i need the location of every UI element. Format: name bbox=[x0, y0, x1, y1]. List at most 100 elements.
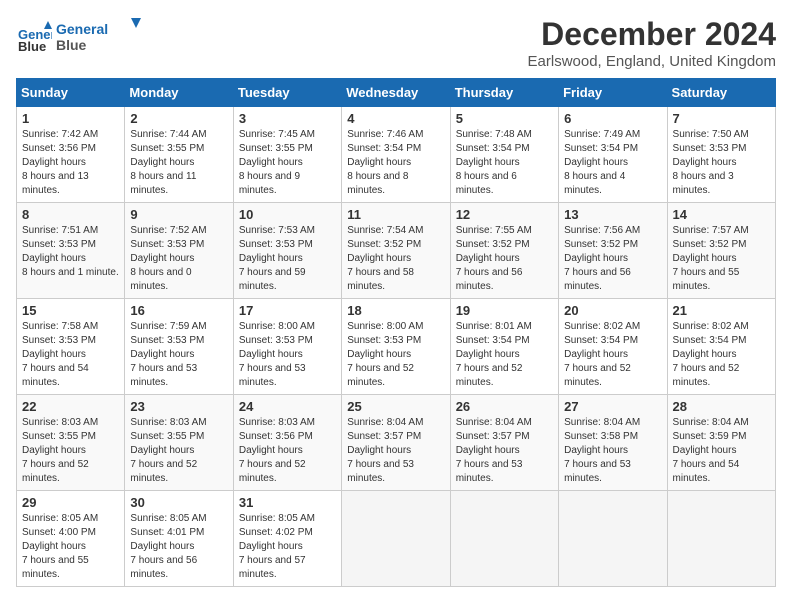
day-cell: 8 Sunrise: 7:51 AM Sunset: 3:53 PM Dayli… bbox=[17, 203, 125, 299]
cell-info: Sunrise: 8:02 AM Sunset: 3:54 PM Dayligh… bbox=[564, 320, 661, 390]
cell-info: Sunrise: 8:05 AM Sunset: 4:02 PM Dayligh… bbox=[239, 512, 336, 582]
col-header-tuesday: Tuesday bbox=[233, 79, 341, 107]
day-number: 4 bbox=[347, 111, 444, 126]
cell-info: Sunrise: 8:05 AM Sunset: 4:01 PM Dayligh… bbox=[130, 512, 227, 582]
day-cell bbox=[559, 491, 667, 587]
day-cell: 31 Sunrise: 8:05 AM Sunset: 4:02 PM Dayl… bbox=[233, 491, 341, 587]
cell-info: Sunrise: 7:53 AM Sunset: 3:53 PM Dayligh… bbox=[239, 224, 336, 294]
month-title: December 2024 bbox=[528, 16, 776, 53]
cell-info: Sunrise: 7:51 AM Sunset: 3:53 PM Dayligh… bbox=[22, 224, 119, 280]
day-cell: 28 Sunrise: 8:04 AM Sunset: 3:59 PM Dayl… bbox=[667, 395, 775, 491]
week-row-2: 8 Sunrise: 7:51 AM Sunset: 3:53 PM Dayli… bbox=[17, 203, 776, 299]
day-cell bbox=[342, 491, 450, 587]
day-cell: 26 Sunrise: 8:04 AM Sunset: 3:57 PM Dayl… bbox=[450, 395, 558, 491]
day-number: 30 bbox=[130, 495, 227, 510]
cell-info: Sunrise: 8:01 AM Sunset: 3:54 PM Dayligh… bbox=[456, 320, 553, 390]
day-cell: 14 Sunrise: 7:57 AM Sunset: 3:52 PM Dayl… bbox=[667, 203, 775, 299]
col-header-saturday: Saturday bbox=[667, 79, 775, 107]
cell-info: Sunrise: 7:52 AM Sunset: 3:53 PM Dayligh… bbox=[130, 224, 227, 294]
day-cell: 10 Sunrise: 7:53 AM Sunset: 3:53 PM Dayl… bbox=[233, 203, 341, 299]
day-cell: 12 Sunrise: 7:55 AM Sunset: 3:52 PM Dayl… bbox=[450, 203, 558, 299]
day-number: 17 bbox=[239, 303, 336, 318]
day-number: 14 bbox=[673, 207, 770, 222]
day-number: 1 bbox=[22, 111, 119, 126]
day-number: 23 bbox=[130, 399, 227, 414]
cell-info: Sunrise: 8:03 AM Sunset: 3:55 PM Dayligh… bbox=[130, 416, 227, 486]
logo-wordmark: General Blue bbox=[56, 16, 146, 61]
day-cell: 2 Sunrise: 7:44 AM Sunset: 3:55 PM Dayli… bbox=[125, 107, 233, 203]
cell-info: Sunrise: 7:42 AM Sunset: 3:56 PM Dayligh… bbox=[22, 128, 119, 198]
day-number: 16 bbox=[130, 303, 227, 318]
day-cell: 18 Sunrise: 8:00 AM Sunset: 3:53 PM Dayl… bbox=[342, 299, 450, 395]
day-number: 15 bbox=[22, 303, 119, 318]
day-number: 6 bbox=[564, 111, 661, 126]
cell-info: Sunrise: 8:00 AM Sunset: 3:53 PM Dayligh… bbox=[239, 320, 336, 390]
day-cell: 25 Sunrise: 8:04 AM Sunset: 3:57 PM Dayl… bbox=[342, 395, 450, 491]
logo-icon: General Blue bbox=[16, 21, 52, 57]
week-row-3: 15 Sunrise: 7:58 AM Sunset: 3:53 PM Dayl… bbox=[17, 299, 776, 395]
day-cell: 19 Sunrise: 8:01 AM Sunset: 3:54 PM Dayl… bbox=[450, 299, 558, 395]
day-cell bbox=[450, 491, 558, 587]
day-number: 3 bbox=[239, 111, 336, 126]
day-cell: 24 Sunrise: 8:03 AM Sunset: 3:56 PM Dayl… bbox=[233, 395, 341, 491]
col-header-monday: Monday bbox=[125, 79, 233, 107]
day-cell: 15 Sunrise: 7:58 AM Sunset: 3:53 PM Dayl… bbox=[17, 299, 125, 395]
week-row-4: 22 Sunrise: 8:03 AM Sunset: 3:55 PM Dayl… bbox=[17, 395, 776, 491]
day-cell: 4 Sunrise: 7:46 AM Sunset: 3:54 PM Dayli… bbox=[342, 107, 450, 203]
week-row-1: 1 Sunrise: 7:42 AM Sunset: 3:56 PM Dayli… bbox=[17, 107, 776, 203]
day-number: 8 bbox=[22, 207, 119, 222]
day-cell: 9 Sunrise: 7:52 AM Sunset: 3:53 PM Dayli… bbox=[125, 203, 233, 299]
cell-info: Sunrise: 8:05 AM Sunset: 4:00 PM Dayligh… bbox=[22, 512, 119, 582]
day-cell: 5 Sunrise: 7:48 AM Sunset: 3:54 PM Dayli… bbox=[450, 107, 558, 203]
day-cell: 23 Sunrise: 8:03 AM Sunset: 3:55 PM Dayl… bbox=[125, 395, 233, 491]
day-cell: 21 Sunrise: 8:02 AM Sunset: 3:54 PM Dayl… bbox=[667, 299, 775, 395]
day-number: 22 bbox=[22, 399, 119, 414]
day-cell: 27 Sunrise: 8:04 AM Sunset: 3:58 PM Dayl… bbox=[559, 395, 667, 491]
cell-info: Sunrise: 7:56 AM Sunset: 3:52 PM Dayligh… bbox=[564, 224, 661, 294]
day-number: 29 bbox=[22, 495, 119, 510]
day-cell: 1 Sunrise: 7:42 AM Sunset: 3:56 PM Dayli… bbox=[17, 107, 125, 203]
cell-info: Sunrise: 8:04 AM Sunset: 3:59 PM Dayligh… bbox=[673, 416, 770, 486]
cell-info: Sunrise: 7:58 AM Sunset: 3:53 PM Dayligh… bbox=[22, 320, 119, 390]
cell-info: Sunrise: 7:44 AM Sunset: 3:55 PM Dayligh… bbox=[130, 128, 227, 198]
svg-text:Blue: Blue bbox=[18, 39, 46, 54]
col-header-friday: Friday bbox=[559, 79, 667, 107]
col-header-wednesday: Wednesday bbox=[342, 79, 450, 107]
location-subtitle: Earlswood, England, United Kingdom bbox=[528, 53, 776, 70]
day-cell: 11 Sunrise: 7:54 AM Sunset: 3:52 PM Dayl… bbox=[342, 203, 450, 299]
col-header-thursday: Thursday bbox=[450, 79, 558, 107]
day-number: 5 bbox=[456, 111, 553, 126]
day-number: 31 bbox=[239, 495, 336, 510]
cell-info: Sunrise: 7:55 AM Sunset: 3:52 PM Dayligh… bbox=[456, 224, 553, 294]
day-cell: 20 Sunrise: 8:02 AM Sunset: 3:54 PM Dayl… bbox=[559, 299, 667, 395]
cell-info: Sunrise: 8:02 AM Sunset: 3:54 PM Dayligh… bbox=[673, 320, 770, 390]
day-number: 7 bbox=[673, 111, 770, 126]
week-row-5: 29 Sunrise: 8:05 AM Sunset: 4:00 PM Dayl… bbox=[17, 491, 776, 587]
day-cell: 3 Sunrise: 7:45 AM Sunset: 3:55 PM Dayli… bbox=[233, 107, 341, 203]
logo: General Blue General Blue bbox=[16, 16, 146, 61]
header-row: SundayMondayTuesdayWednesdayThursdayFrid… bbox=[17, 79, 776, 107]
day-number: 20 bbox=[564, 303, 661, 318]
cell-info: Sunrise: 7:48 AM Sunset: 3:54 PM Dayligh… bbox=[456, 128, 553, 198]
day-number: 18 bbox=[347, 303, 444, 318]
day-number: 26 bbox=[456, 399, 553, 414]
day-number: 10 bbox=[239, 207, 336, 222]
cell-info: Sunrise: 7:46 AM Sunset: 3:54 PM Dayligh… bbox=[347, 128, 444, 198]
day-number: 27 bbox=[564, 399, 661, 414]
day-cell: 30 Sunrise: 8:05 AM Sunset: 4:01 PM Dayl… bbox=[125, 491, 233, 587]
day-cell: 29 Sunrise: 8:05 AM Sunset: 4:00 PM Dayl… bbox=[17, 491, 125, 587]
day-cell: 16 Sunrise: 7:59 AM Sunset: 3:53 PM Dayl… bbox=[125, 299, 233, 395]
day-number: 25 bbox=[347, 399, 444, 414]
cell-info: Sunrise: 8:03 AM Sunset: 3:55 PM Dayligh… bbox=[22, 416, 119, 486]
cell-info: Sunrise: 7:59 AM Sunset: 3:53 PM Dayligh… bbox=[130, 320, 227, 390]
day-cell: 17 Sunrise: 8:00 AM Sunset: 3:53 PM Dayl… bbox=[233, 299, 341, 395]
title-area: December 2024 Earlswood, England, United… bbox=[528, 16, 776, 70]
cell-info: Sunrise: 8:04 AM Sunset: 3:57 PM Dayligh… bbox=[347, 416, 444, 486]
page-header: General Blue General Blue December 2024 … bbox=[16, 16, 776, 70]
day-cell bbox=[667, 491, 775, 587]
cell-info: Sunrise: 8:00 AM Sunset: 3:53 PM Dayligh… bbox=[347, 320, 444, 390]
cell-info: Sunrise: 7:45 AM Sunset: 3:55 PM Dayligh… bbox=[239, 128, 336, 198]
day-cell: 22 Sunrise: 8:03 AM Sunset: 3:55 PM Dayl… bbox=[17, 395, 125, 491]
svg-text:Blue: Blue bbox=[56, 37, 87, 53]
day-number: 21 bbox=[673, 303, 770, 318]
